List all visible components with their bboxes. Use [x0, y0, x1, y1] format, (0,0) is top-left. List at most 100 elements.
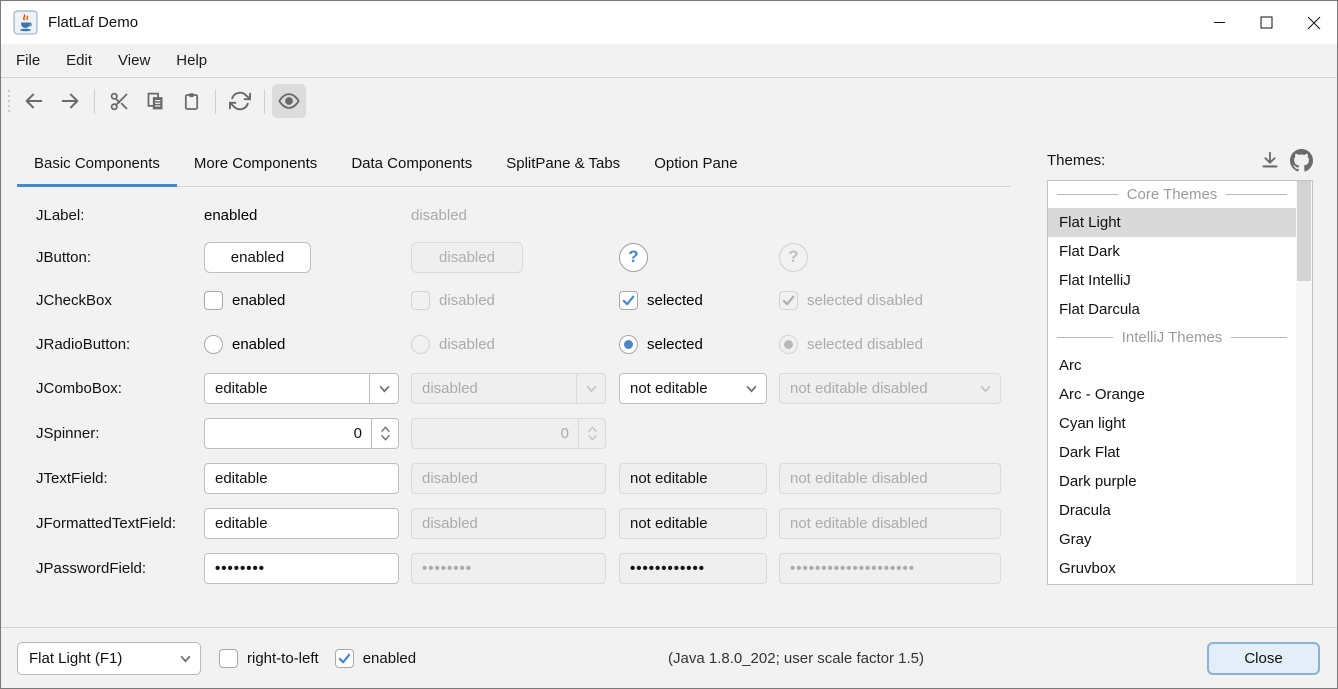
maximize-button[interactable]: [1243, 1, 1290, 44]
textfield-editable[interactable]: editable: [204, 463, 399, 494]
radio-label: selected disabled: [807, 336, 923, 353]
copy-button[interactable]: [138, 84, 172, 118]
menu-edit[interactable]: Edit: [53, 44, 105, 77]
themes-label: Themes:: [1047, 152, 1105, 169]
java-cup-icon: [13, 10, 38, 35]
close-button[interactable]: Close: [1207, 642, 1320, 675]
menu-file[interactable]: File: [3, 44, 53, 77]
combobox-not-editable[interactable]: not editable: [619, 373, 767, 404]
tab-option-pane[interactable]: Option Pane: [637, 141, 754, 186]
theme-item-dark-purple[interactable]: Dark purple: [1048, 467, 1296, 496]
app-window: FlatLaf Demo File Edit View Help: [0, 0, 1338, 689]
radio-unselected[interactable]: [204, 335, 223, 354]
help-button-disabled: ?: [779, 243, 808, 272]
enabled-checkbox[interactable]: [335, 649, 354, 668]
checkbox-unchecked[interactable]: [204, 291, 223, 310]
right-to-left-checkbox[interactable]: [219, 649, 238, 668]
radio-label: selected: [647, 336, 703, 353]
formattedtextfield-editable[interactable]: editable: [204, 508, 399, 539]
passwordfield-not-editable[interactable]: ••••••••••••: [619, 553, 767, 584]
chevron-down-icon[interactable]: [170, 652, 200, 665]
theme-item-gray[interactable]: Gray: [1048, 525, 1296, 554]
content-area: Basic Components More Components Data Co…: [1, 124, 1337, 627]
combobox-editable[interactable]: editable: [204, 373, 399, 404]
passwordfield-not-editable-disabled: ••••••••••••••••••••: [779, 553, 1001, 584]
theme-item-arc-orange[interactable]: Arc - Orange: [1048, 380, 1296, 409]
radio-selected-disabled: [779, 335, 798, 354]
jbutton-row-label: JButton:: [36, 249, 204, 266]
theme-item-gruvbox[interactable]: Gruvbox: [1048, 554, 1296, 583]
toolbar-separator: [94, 89, 95, 114]
tab-basic-components[interactable]: Basic Components: [17, 141, 177, 186]
spinner-up-down-icons[interactable]: [371, 419, 398, 448]
eye-icon: [278, 90, 300, 112]
tab-splitpane-tabs[interactable]: SplitPane & Tabs: [489, 141, 637, 186]
close-window-button[interactable]: [1290, 1, 1337, 44]
paste-button[interactable]: [174, 84, 208, 118]
theme-item-flat-intellij[interactable]: Flat IntelliJ: [1048, 266, 1296, 295]
checkbox-disabled: [411, 291, 430, 310]
refresh-button[interactable]: [223, 84, 257, 118]
menu-view[interactable]: View: [105, 44, 163, 77]
scrollbar-thumb[interactable]: [1297, 181, 1311, 281]
checkbox-checked[interactable]: [619, 291, 638, 310]
passwordfield-disabled: ••••••••: [411, 553, 606, 584]
download-icon[interactable]: [1259, 149, 1281, 171]
formattedtextfield-not-editable[interactable]: not editable: [619, 508, 767, 539]
jcheckbox-row-label: JCheckBox: [36, 292, 204, 309]
forward-button[interactable]: [53, 84, 87, 118]
textfield-not-editable-disabled: not editable disabled: [779, 463, 1001, 494]
formattedtextfield-not-editable-disabled: not editable disabled: [779, 508, 1001, 539]
back-icon: [23, 90, 45, 112]
theme-item-flat-darcula[interactable]: Flat Darcula: [1048, 295, 1296, 324]
jlabel-enabled: enabled: [204, 207, 411, 224]
toolbar-separator: [264, 89, 265, 114]
menubar: File Edit View Help: [1, 44, 1337, 78]
menu-help[interactable]: Help: [163, 44, 220, 77]
formattedtextfield-disabled: disabled: [411, 508, 606, 539]
theme-item-dark-flat[interactable]: Dark Flat: [1048, 438, 1296, 467]
radio-selected[interactable]: [619, 335, 638, 354]
theme-item-flat-dark[interactable]: Flat Dark: [1048, 237, 1296, 266]
toolbar-grip[interactable]: [8, 90, 10, 112]
checkbox-checked-disabled: [779, 291, 798, 310]
github-icon[interactable]: [1290, 149, 1313, 172]
toolbar: [1, 78, 1337, 124]
enabled-button[interactable]: enabled: [204, 242, 311, 273]
theme-item-arc[interactable]: Arc: [1048, 351, 1296, 380]
themes-scrollbar[interactable]: [1296, 181, 1312, 584]
textfield-not-editable[interactable]: not editable: [619, 463, 767, 494]
tab-data-components[interactable]: Data Components: [334, 141, 489, 186]
copy-icon: [145, 91, 166, 112]
radio-label: disabled: [439, 336, 495, 353]
chevron-down-icon: [971, 374, 1000, 403]
cut-button[interactable]: [102, 84, 136, 118]
close-icon: [1307, 16, 1321, 30]
tab-more-components[interactable]: More Components: [177, 141, 334, 186]
right-to-left-label: right-to-left: [247, 650, 319, 667]
titlebar[interactable]: FlatLaf Demo: [1, 1, 1337, 44]
passwordfield-editable[interactable]: ••••••••: [204, 553, 399, 584]
show-hidden-toggle-button[interactable]: [272, 84, 306, 118]
themes-group-separator: Core Themes: [1048, 181, 1296, 208]
help-button[interactable]: ?: [619, 243, 648, 272]
status-text: (Java 1.8.0_202; user scale factor 1.5): [668, 650, 924, 667]
theme-item-dracula[interactable]: Dracula: [1048, 496, 1296, 525]
checkbox-label: selected: [647, 292, 703, 309]
theme-item-cyan-light[interactable]: Cyan light: [1048, 409, 1296, 438]
themes-panel: Themes: Core Themes Flat Light Flat Dark…: [1047, 124, 1313, 585]
jlabel-disabled: disabled: [411, 207, 619, 224]
back-button[interactable]: [17, 84, 51, 118]
spinner[interactable]: 0: [204, 418, 399, 449]
jcombobox-row-label: JComboBox:: [36, 380, 204, 397]
theme-item-flat-light[interactable]: Flat Light: [1048, 208, 1296, 237]
look-and-feel-combobox[interactable]: Flat Light (F1): [17, 642, 201, 675]
forward-icon: [59, 90, 81, 112]
jspinner-row-label: JSpinner:: [36, 425, 204, 442]
window-title: FlatLaf Demo: [48, 14, 138, 31]
tabbar: Basic Components More Components Data Co…: [17, 141, 1011, 187]
chevron-down-icon[interactable]: [737, 374, 766, 403]
minimize-button[interactable]: [1196, 1, 1243, 44]
chevron-down-icon[interactable]: [369, 374, 398, 403]
textfield-disabled: disabled: [411, 463, 606, 494]
